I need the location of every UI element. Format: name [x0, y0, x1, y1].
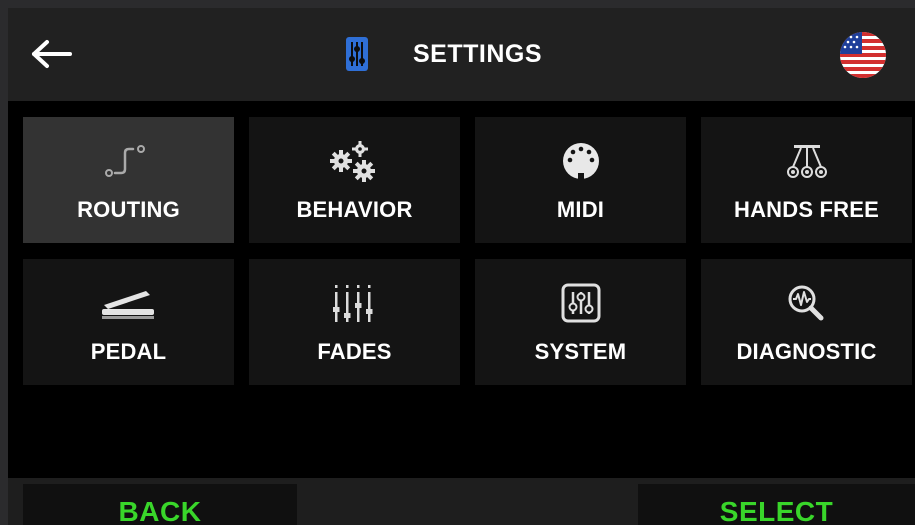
page-title-group: SETTINGS [346, 34, 542, 74]
routing-icon [99, 139, 159, 183]
back-arrow-button[interactable] [28, 34, 76, 74]
device-frame: SETTINGS ROUTING BEHAVIOR MIDI HANDS FRE… [0, 0, 915, 525]
sliders-icon [551, 281, 611, 325]
tile-label: BEHAVIOR [296, 197, 413, 222]
tile-label: DIAGNOSTIC [736, 339, 877, 364]
us-flag-icon [840, 32, 886, 78]
sliders-icon [346, 37, 368, 71]
tile-label: SYSTEM [534, 339, 627, 364]
gears-icon [325, 139, 385, 183]
midi-connector-icon [551, 139, 611, 183]
expression-pedal-icon [99, 281, 159, 325]
header-bar: SETTINGS [8, 8, 915, 101]
tile-hands-free[interactable]: HANDS FREE [701, 117, 912, 243]
select-button[interactable]: SELECT [638, 484, 915, 525]
select-button-label: SELECT [719, 496, 834, 525]
tile-label: MIDI [556, 197, 605, 222]
footer-bar: BACK SELECT [8, 478, 915, 525]
faders-icon [325, 281, 385, 325]
tile-label: ROUTING [77, 197, 180, 222]
page-title: SETTINGS [413, 39, 543, 68]
language-flag-button[interactable] [840, 32, 886, 78]
tile-system[interactable]: SYSTEM [475, 259, 686, 385]
tile-behavior[interactable]: BEHAVIOR [249, 117, 460, 243]
tile-label: FADES [317, 339, 392, 364]
tile-midi[interactable]: MIDI [475, 117, 686, 243]
tile-routing[interactable]: ROUTING [23, 117, 234, 243]
screen: SETTINGS ROUTING BEHAVIOR MIDI HANDS FRE… [8, 8, 915, 525]
waveform-magnifier-icon [777, 281, 837, 325]
tile-diagnostic[interactable]: DIAGNOSTIC [701, 259, 912, 385]
tile-label: PEDAL [90, 339, 167, 364]
back-button[interactable]: BACK [23, 484, 297, 525]
footswitch-icon [777, 139, 837, 183]
tile-fades[interactable]: FADES [249, 259, 460, 385]
tile-pedal[interactable]: PEDAL [23, 259, 234, 385]
tile-label: HANDS FREE [733, 197, 879, 222]
arrow-left-icon [32, 40, 72, 68]
back-button-label: BACK [118, 496, 202, 525]
